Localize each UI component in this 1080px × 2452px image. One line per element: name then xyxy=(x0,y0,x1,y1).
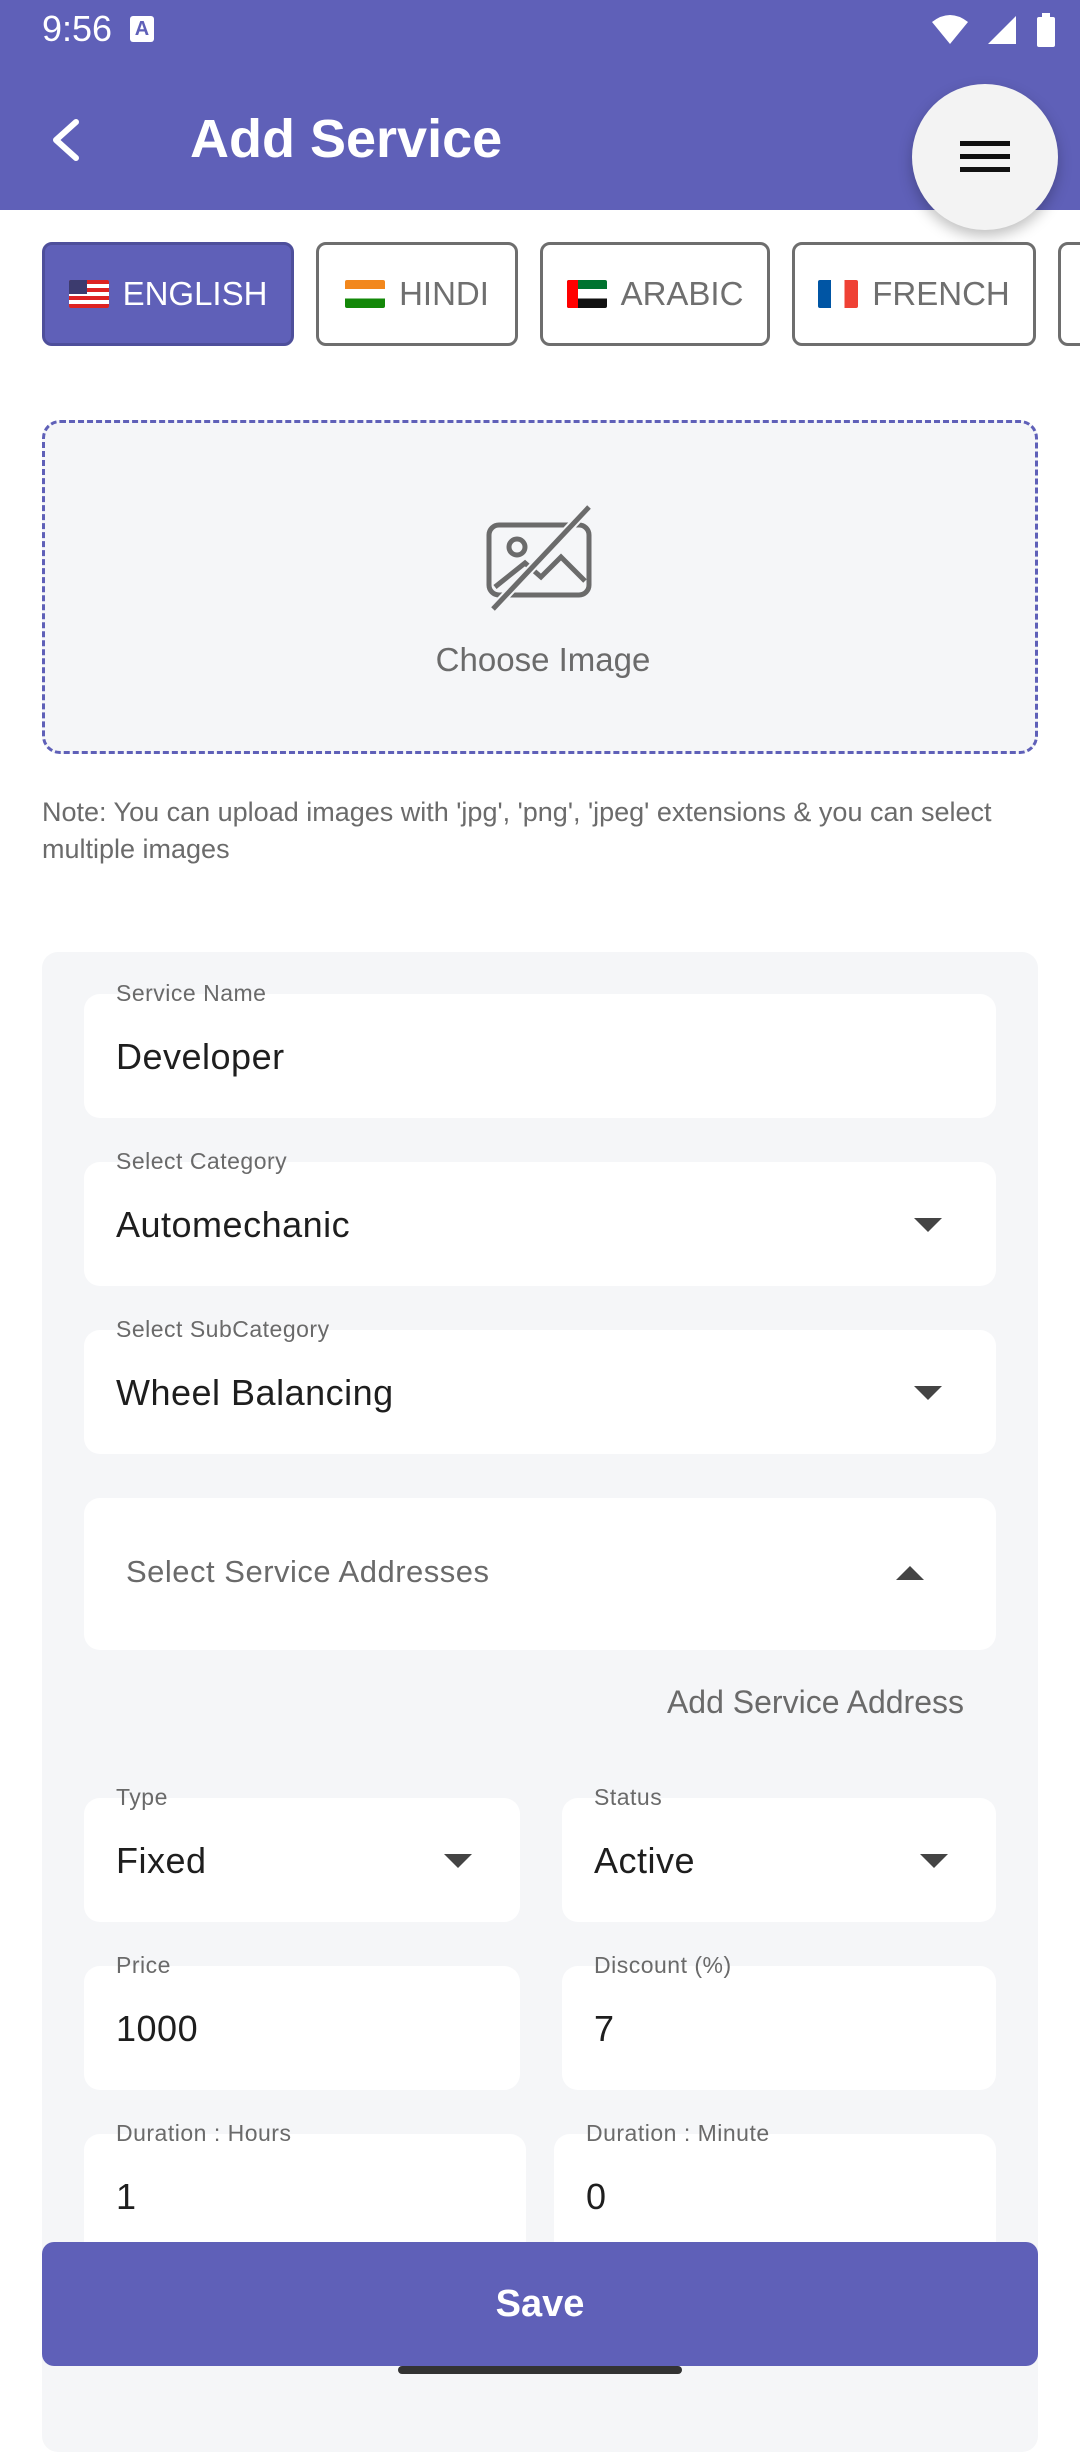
menu-button[interactable] xyxy=(912,84,1058,230)
discount-field[interactable]: Discount (%) 7 xyxy=(562,1952,996,2090)
chevron-down-icon xyxy=(444,1854,472,1868)
language-tab-french[interactable]: FRENCH xyxy=(792,242,1036,346)
duration-minutes-value: 0 xyxy=(586,2176,607,2217)
hamburger-menu-icon xyxy=(960,141,1010,172)
back-arrow-icon xyxy=(53,119,79,161)
duration-hours-label: Duration : Hours xyxy=(116,2120,292,2146)
status-a-badge: A xyxy=(130,16,154,42)
subcategory-label: Select SubCategory xyxy=(116,1316,330,1342)
choose-image-label: Choose Image xyxy=(435,641,651,678)
wifi-icon xyxy=(932,15,968,44)
category-select[interactable]: Select Category Automechanic xyxy=(84,1148,996,1286)
discount-label: Discount (%) xyxy=(594,1952,732,1978)
language-label: ARABIC xyxy=(620,275,744,312)
service-name-value: Developer xyxy=(116,1036,285,1077)
category-label: Select Category xyxy=(116,1148,288,1174)
price-value: 1000 xyxy=(116,2008,199,2049)
signal-icon xyxy=(988,16,1016,44)
chevron-down-icon xyxy=(920,1854,948,1868)
subcategory-value: Wheel Balancing xyxy=(116,1372,394,1413)
india-flag-icon xyxy=(345,280,386,308)
subcategory-select[interactable]: Select SubCategory Wheel Balancing xyxy=(84,1316,996,1454)
discount-value: 7 xyxy=(594,2008,615,2049)
upload-note: Note: You can upload images with 'jpg', … xyxy=(42,797,992,864)
language-label: ENGLISH xyxy=(122,275,268,312)
duration-minutes-label: Duration : Minute xyxy=(586,2120,770,2146)
status-time: 9:56 xyxy=(42,8,113,49)
battery-icon xyxy=(1037,13,1055,47)
type-select[interactable]: Type Fixed xyxy=(84,1784,520,1922)
back-button[interactable] xyxy=(38,110,98,170)
language-label: FRENCH xyxy=(872,275,1010,312)
france-flag-icon xyxy=(818,280,859,308)
language-tab-hindi[interactable]: HINDI xyxy=(316,242,518,346)
us-flag-icon xyxy=(68,280,109,308)
status-icons xyxy=(930,12,1056,48)
image-off-icon xyxy=(486,503,593,613)
price-field[interactable]: Price 1000 xyxy=(84,1952,520,2090)
chevron-down-icon xyxy=(914,1218,942,1232)
chevron-down-icon xyxy=(914,1386,942,1400)
price-label: Price xyxy=(116,1952,171,1978)
status-label: Status xyxy=(594,1784,663,1810)
chevron-up-icon xyxy=(896,1566,924,1580)
service-addresses-select[interactable]: Select Service Addresses xyxy=(84,1498,996,1650)
service-name-label: Service Name xyxy=(116,980,267,1006)
category-value: Automechanic xyxy=(116,1204,351,1245)
service-addresses-placeholder: Select Service Addresses xyxy=(126,1554,490,1589)
save-button[interactable]: Save xyxy=(42,2242,1038,2366)
language-tab-more[interactable] xyxy=(1058,242,1080,346)
gesture-home-bar[interactable] xyxy=(398,2366,682,2374)
status-value: Active xyxy=(594,1840,696,1881)
duration-minutes-field[interactable]: Duration : Minute 0 xyxy=(554,2120,996,2258)
language-tab-english[interactable]: ENGLISH xyxy=(42,242,294,346)
status-select[interactable]: Status Active xyxy=(562,1784,996,1922)
uae-flag-icon xyxy=(566,280,607,308)
duration-hours-value: 1 xyxy=(116,2176,137,2217)
image-upload-area[interactable]: Choose Image xyxy=(42,420,1038,754)
language-tab-arabic[interactable]: ARABIC xyxy=(540,242,770,346)
duration-hours-field[interactable]: Duration : Hours 1 xyxy=(84,2120,526,2258)
type-value: Fixed xyxy=(116,1840,207,1881)
language-label: HINDI xyxy=(399,275,489,312)
service-name-field[interactable]: Service Name Developer xyxy=(84,980,996,1118)
type-label: Type xyxy=(116,1784,168,1810)
page-title: Add Service xyxy=(190,109,503,169)
add-service-address-link[interactable]: Add Service Address xyxy=(667,1684,964,1721)
